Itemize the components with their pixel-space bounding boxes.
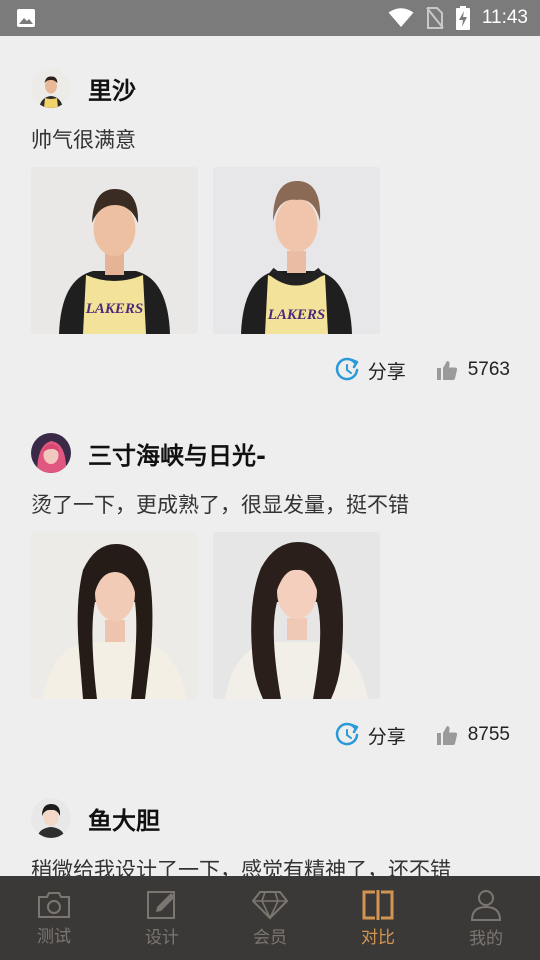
svg-text:LAKERS: LAKERS <box>85 301 144 317</box>
post-text: 烫了一下，更成熟了，很显发量，挺不错 <box>31 493 409 517</box>
after-photo[interactable] <box>213 532 380 699</box>
wifi-icon <box>388 8 414 27</box>
profile-icon <box>470 890 502 921</box>
svg-text:LAKERS: LAKERS <box>267 307 326 323</box>
post-header: 三寸海峡与日光- <box>31 433 266 473</box>
photo-row: LAKERS LAKERS <box>31 167 380 334</box>
thumbs-up-icon <box>436 726 457 745</box>
diamond-icon <box>252 891 288 920</box>
nav-tab-design[interactable]: 设计 <box>108 876 216 960</box>
no-sim-icon <box>426 7 444 29</box>
like-count: 5763 <box>467 359 510 380</box>
user-avatar[interactable] <box>31 68 71 108</box>
nav-label: 测试 <box>37 927 71 947</box>
thumbs-up-icon <box>436 361 457 380</box>
after-photo[interactable]: LAKERS <box>213 167 380 334</box>
share-button[interactable]: 分享 <box>334 722 406 749</box>
share-icon <box>335 357 358 381</box>
like-button[interactable]: 8755 <box>436 724 510 746</box>
before-photo[interactable]: LAKERS <box>31 167 198 334</box>
nav-tab-mine[interactable]: 我的 <box>432 876 540 960</box>
gallery-notification-icon <box>17 9 35 27</box>
post-header: 鱼大胆 <box>31 798 160 838</box>
username[interactable]: 鱼大胆 <box>88 801 160 836</box>
username[interactable]: 三寸海峡与日光- <box>88 436 266 471</box>
nav-label: 会员 <box>253 928 287 948</box>
feed[interactable]: 里沙 帅气很满意 LAKERS LAKERS 分享 5763 三寸海峡与日光- … <box>0 36 540 876</box>
post-text: 稍微给我设计了一下，感觉有精神了，还不错 <box>31 858 451 876</box>
nav-label: 设计 <box>145 928 179 948</box>
photo-row <box>31 532 380 699</box>
nav-tab-compare[interactable]: 对比 <box>324 876 432 960</box>
username[interactable]: 里沙 <box>88 71 136 106</box>
user-avatar[interactable] <box>31 798 71 838</box>
before-photo[interactable] <box>31 532 198 699</box>
camera-icon <box>38 892 70 918</box>
battery-charging-icon <box>455 6 470 30</box>
nav-label: 我的 <box>469 929 503 949</box>
like-button[interactable]: 5763 <box>436 359 510 381</box>
nav-label: 对比 <box>361 928 395 948</box>
like-count: 8755 <box>467 724 510 745</box>
bottom-nav: 测试 设计 会员 对比 我的 <box>0 876 540 960</box>
status-bar: 11:43 <box>0 0 540 36</box>
share-label: 分享 <box>367 360 406 383</box>
compare-icon <box>362 890 394 920</box>
share-icon <box>335 722 358 746</box>
nav-tab-test[interactable]: 测试 <box>0 876 108 960</box>
post-actions: 分享 8755 <box>334 720 510 750</box>
share-button[interactable]: 分享 <box>334 357 406 384</box>
share-label: 分享 <box>367 725 406 748</box>
nav-tab-vip[interactable]: 会员 <box>216 876 324 960</box>
status-time: 11:43 <box>481 7 528 28</box>
user-avatar[interactable] <box>31 433 71 473</box>
post-text: 帅气很满意 <box>31 128 136 152</box>
post-actions: 分享 5763 <box>334 355 510 385</box>
post-header: 里沙 <box>31 68 136 108</box>
edit-icon <box>147 891 175 919</box>
